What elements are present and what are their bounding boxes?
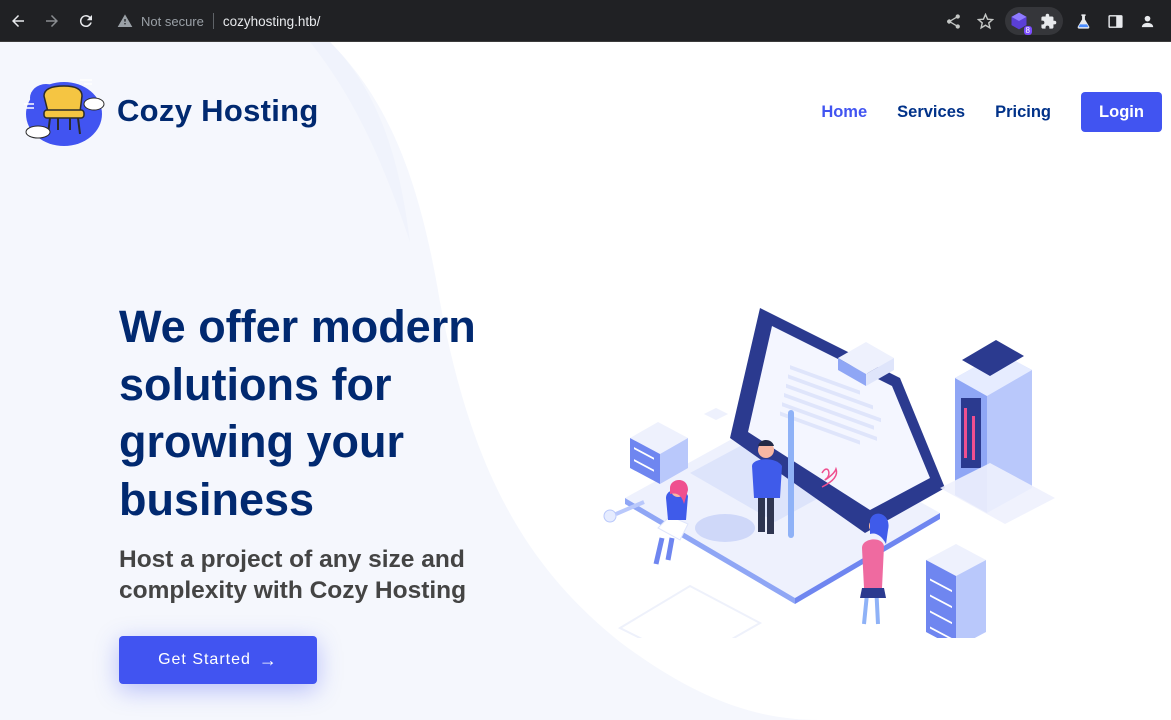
site-header: Cozy Hosting Home Services Pricing Login bbox=[0, 42, 1171, 182]
nav-services[interactable]: Services bbox=[897, 103, 965, 122]
extensions-group: 8 bbox=[1005, 7, 1063, 35]
main-nav: Home Services Pricing Login bbox=[791, 92, 1162, 132]
reload-icon bbox=[79, 14, 92, 27]
brand-logo[interactable]: Cozy Hosting bbox=[20, 74, 319, 148]
arrow-right-icon: → bbox=[258, 649, 278, 670]
share-button[interactable] bbox=[937, 5, 969, 37]
star-icon bbox=[976, 12, 994, 29]
back-button[interactable] bbox=[2, 5, 34, 37]
address-bar[interactable]: Not secure cozyhosting.htb/ bbox=[106, 6, 986, 36]
get-started-button[interactable]: Get Started → bbox=[119, 636, 317, 684]
hero-subtitle: Host a project of any size and complexit… bbox=[119, 546, 467, 604]
warning-icon bbox=[116, 12, 134, 30]
toolbar-actions: 8 bbox=[937, 0, 1171, 42]
flask-icon bbox=[1077, 13, 1089, 29]
get-started-label: Get Started bbox=[158, 651, 251, 668]
bookmark-button[interactable] bbox=[969, 5, 1001, 37]
forward-button[interactable] bbox=[36, 5, 68, 37]
side-panel-button[interactable] bbox=[1099, 5, 1131, 37]
hero-title: We offer modern solutions for growing yo… bbox=[119, 301, 476, 525]
nav-pricing[interactable]: Pricing bbox=[995, 103, 1051, 122]
person-icon bbox=[1141, 15, 1153, 27]
lab-button[interactable] bbox=[1067, 5, 1099, 37]
url-text[interactable]: cozyhosting.htb/ bbox=[223, 14, 321, 29]
puzzle-icon bbox=[1040, 13, 1056, 29]
brand-name: Cozy Hosting bbox=[117, 93, 319, 128]
webpage: Cozy Hosting Home Services Pricing Login… bbox=[0, 42, 1171, 720]
reload-button[interactable] bbox=[70, 5, 102, 37]
profile-button[interactable] bbox=[1131, 5, 1163, 37]
hero-illustration bbox=[603, 308, 1055, 638]
security-status: Not secure bbox=[141, 13, 204, 29]
browser-toolbar: Not secure cozyhosting.htb/ 8 bbox=[0, 0, 1171, 42]
extension-button[interactable]: 8 bbox=[1009, 11, 1032, 35]
extensions-menu-button[interactable] bbox=[1037, 5, 1059, 37]
extension-badge-count: 8 bbox=[1023, 26, 1032, 35]
share-icon bbox=[946, 13, 960, 29]
omnibox-divider bbox=[212, 13, 214, 29]
arrow-right-icon bbox=[46, 14, 58, 27]
nav-home[interactable]: Home bbox=[821, 103, 867, 122]
side-panel-icon bbox=[1107, 14, 1123, 28]
chair-cloud-logo-icon bbox=[24, 79, 105, 146]
login-button[interactable]: Login bbox=[1081, 92, 1162, 132]
arrow-left-icon bbox=[12, 14, 24, 27]
